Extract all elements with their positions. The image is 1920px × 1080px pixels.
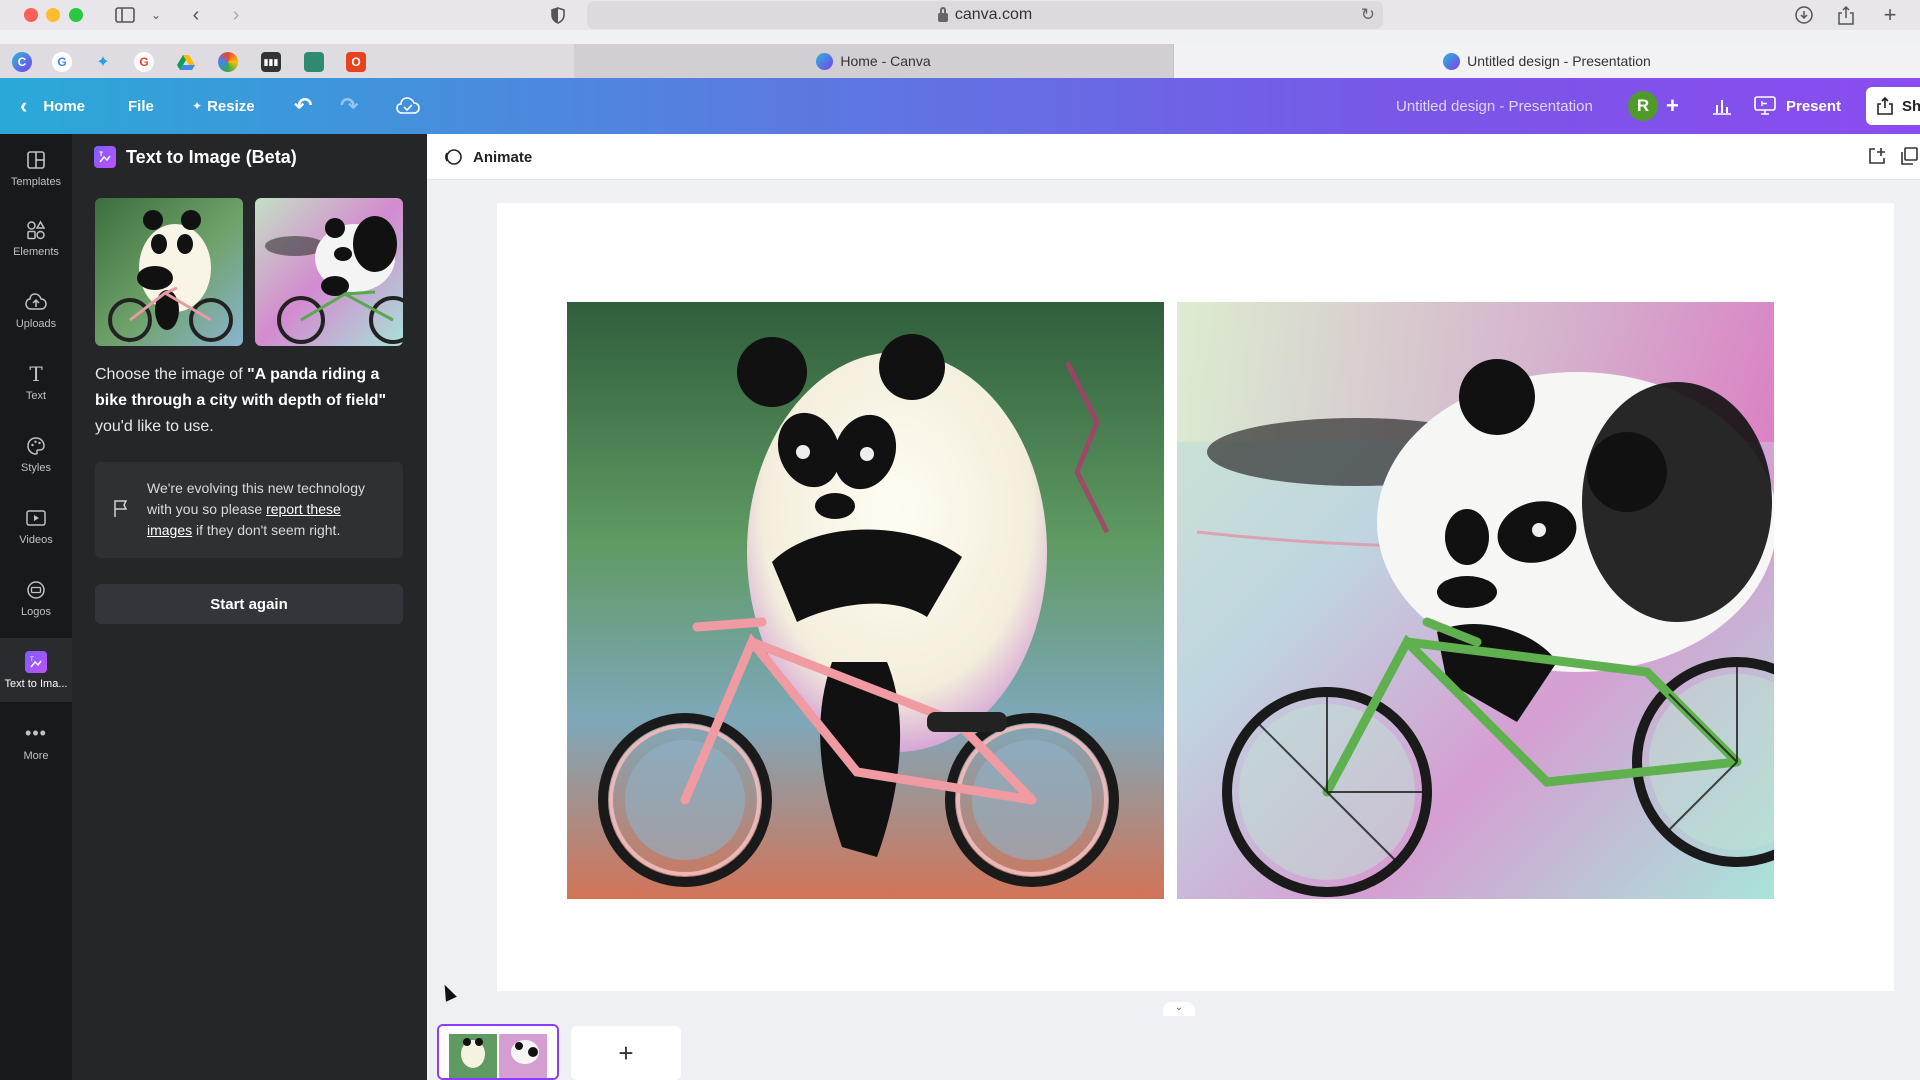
back-icon[interactable]: ‹ [186, 4, 206, 26]
google-search-bookmark-icon[interactable]: G [134, 52, 154, 72]
sidebar-rail: Templates Elements Uploads T Text Styles… [0, 134, 72, 1080]
chevron-down-icon[interactable]: ⌄ [148, 4, 164, 26]
google-bookmark-icon[interactable]: G [52, 52, 72, 72]
animate-button[interactable]: Animate [443, 134, 532, 180]
editor-header: ‹ Home File ✦ Resize ↶ ↷ Untitled design… [0, 78, 1920, 134]
templates-icon [25, 149, 47, 171]
start-again-button[interactable]: Start again [95, 584, 403, 624]
sidebar-item-styles[interactable]: Styles [0, 422, 72, 486]
panda-image-green-bike[interactable] [1177, 302, 1774, 899]
editor-canvas-area: Animate ⌄ + [427, 134, 1920, 1080]
avatar[interactable]: R [1628, 91, 1658, 121]
tab-bar: C G ✦ G ▮▮▮ O Home - Canva Untitled desi… [0, 44, 1920, 78]
animate-icon [445, 149, 462, 165]
editor-toolbar: Animate [427, 134, 1920, 180]
elements-icon [25, 219, 47, 241]
add-page-button[interactable]: + [571, 1026, 681, 1080]
design-page[interactable] [497, 203, 1894, 991]
chevron-down-icon[interactable]: ⌄ [1163, 1002, 1195, 1016]
resize-button[interactable]: ✦ Resize [192, 78, 255, 134]
sparkle-icon: ✦ [192, 99, 203, 113]
present-icon [1754, 96, 1776, 115]
plus-icon: + [1666, 93, 1679, 118]
monday-bookmark-icon[interactable]: ▮▮▮ [261, 52, 281, 72]
lock-icon [937, 6, 948, 22]
panel-title: T Text to Image (Beta) [94, 146, 297, 168]
present-button[interactable]: Present [1754, 91, 1841, 121]
text-to-image-icon: T [94, 146, 116, 168]
photos-bookmark-icon[interactable] [218, 52, 238, 72]
file-menu-button[interactable]: File [128, 78, 154, 134]
generated-image-thumbnail-2[interactable] [255, 198, 403, 346]
tab-untitled-design[interactable]: Untitled design - Presentation [1174, 44, 1920, 78]
tab-label: Untitled design - Presentation [1467, 53, 1651, 69]
canva-tab-icon [816, 52, 834, 70]
sidebar-item-more[interactable]: ••• More [0, 710, 72, 774]
cloud-upload-icon [25, 291, 47, 313]
maximize-window-icon[interactable] [69, 8, 83, 22]
tab-label: Home - Canva [840, 53, 931, 69]
notice-text: We're evolving this new technology with … [147, 480, 365, 538]
home-button[interactable]: ‹ Home [20, 78, 85, 134]
sidebar-item-videos[interactable]: Videos [0, 494, 72, 558]
upload-icon [1877, 97, 1893, 115]
share-button[interactable]: Sh [1866, 87, 1920, 125]
cloud-check-icon [396, 97, 420, 114]
video-icon [25, 507, 47, 529]
design-title[interactable]: Untitled design - Presentation [1396, 78, 1593, 134]
undo-icon: ↶ [294, 93, 313, 118]
duplicate-page-icon[interactable] [1899, 146, 1919, 166]
text-to-image-icon: T [25, 650, 47, 673]
drive-bookmark-icon[interactable] [176, 52, 196, 72]
sidebar-item-elements[interactable]: Elements [0, 206, 72, 270]
text-icon: T [29, 361, 43, 386]
logos-icon [25, 579, 47, 601]
palette-icon [25, 435, 47, 457]
redo-button[interactable]: ↷ [340, 78, 358, 134]
panda-image-pink-bike[interactable] [567, 302, 1164, 899]
saved-status-button[interactable] [396, 78, 420, 134]
svg-text:T: T [29, 656, 34, 663]
browser-toolbar: ⌄ ‹ › canva.com ↻ + [0, 0, 1920, 30]
sidebar-item-text[interactable]: T Text [0, 350, 72, 414]
sidebar-item-templates[interactable]: Templates [0, 136, 72, 200]
insights-button[interactable] [1712, 78, 1732, 134]
text-to-image-panel: T Text to Image (Beta) Choose the image … [72, 134, 427, 1080]
undo-button[interactable]: ↶ [294, 78, 312, 134]
url-text: canva.com [954, 6, 1033, 23]
app-bookmark-icon[interactable] [304, 52, 324, 72]
panel-description: Choose the image of "A panda riding a bi… [95, 366, 387, 435]
office-bookmark-icon[interactable]: O [346, 52, 366, 72]
shield-icon[interactable] [548, 4, 568, 26]
reload-icon[interactable]: ↻ [1361, 5, 1375, 25]
redo-icon: ↷ [340, 93, 359, 118]
twitter-bookmark-icon[interactable]: ✦ [93, 52, 113, 72]
canva-bookmark-icon[interactable]: C [12, 52, 32, 72]
plus-icon: + [618, 1037, 634, 1068]
invite-button[interactable]: + [1666, 78, 1679, 134]
canva-tab-icon [1443, 52, 1461, 70]
new-tab-icon[interactable]: + [1880, 2, 1900, 27]
flag-icon [114, 500, 128, 517]
page-thumbnail-1[interactable] [437, 1024, 559, 1080]
more-dots-icon: ••• [25, 723, 47, 743]
sidebar-item-logos[interactable]: Logos [0, 566, 72, 630]
bar-chart-icon [1713, 100, 1731, 115]
forward-icon[interactable]: › [226, 4, 246, 26]
share-sheet-icon[interactable] [1836, 4, 1856, 26]
address-bar[interactable]: canva.com ↻ [587, 1, 1383, 29]
add-to-page-icon[interactable] [1867, 146, 1887, 166]
minimize-window-icon[interactable] [46, 8, 60, 22]
tab-home-canva[interactable]: Home - Canva [574, 44, 1174, 78]
sidebar-toggle-icon[interactable] [114, 4, 136, 26]
generated-image-thumbnail-1[interactable] [95, 198, 243, 346]
download-icon[interactable] [1794, 4, 1814, 26]
beta-notice: We're evolving this new technology with … [95, 462, 403, 558]
sidebar-item-text-to-image[interactable]: T Text to Ima... [0, 638, 72, 702]
sidebar-item-uploads[interactable]: Uploads [0, 278, 72, 342]
chevron-left-icon: ‹ [20, 93, 28, 118]
close-window-icon[interactable] [24, 8, 38, 22]
